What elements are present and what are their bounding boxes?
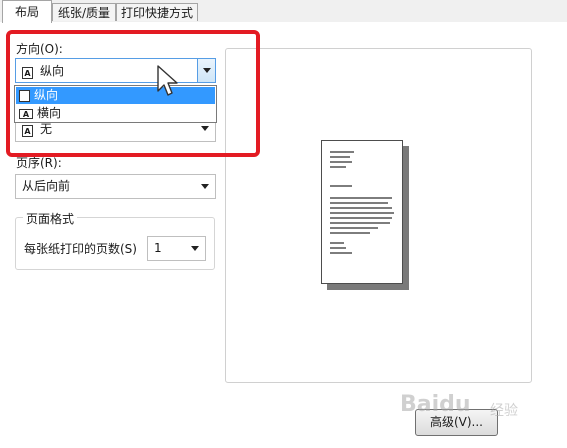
portrait-page-icon: A: [22, 65, 33, 79]
orientation-select[interactable]: A 纵向: [15, 58, 216, 83]
chevron-down-icon[interactable]: [197, 59, 215, 82]
chevron-down-icon: [201, 126, 209, 131]
page-preview-sheet: [321, 140, 403, 284]
orientation-option-portrait[interactable]: A 纵向: [16, 87, 215, 104]
chevron-down-icon: [201, 184, 209, 189]
tab-paper-quality[interactable]: 纸张/质量: [52, 3, 116, 21]
orientation-dropdown-list: A 纵向 A 横向: [14, 85, 217, 123]
tab-layout[interactable]: 布局: [2, 0, 52, 23]
pages-per-sheet-label: 每张纸打印的页数(S): [24, 242, 137, 256]
page-order-select[interactable]: 从后向前: [15, 174, 216, 199]
landscape-page-icon: A: [19, 108, 33, 119]
page-order-label: 页序(R):: [16, 156, 62, 170]
portrait-page-icon: A: [19, 89, 30, 102]
pages-per-sheet-value: 1: [154, 241, 162, 255]
orientation-label: 方向(O):: [16, 42, 63, 56]
baidu-watermark-sub: 经验: [490, 403, 518, 419]
pages-per-sheet-select[interactable]: 1: [147, 236, 206, 261]
tab-strip: 布局 纸张/质量 打印快捷方式: [0, 0, 567, 23]
tab-print-shortcuts[interactable]: 打印快捷方式: [116, 3, 198, 21]
chevron-down-icon: [191, 246, 199, 251]
page-format-legend: 页面格式: [23, 210, 78, 227]
baidu-watermark: Baidu: [400, 392, 471, 417]
orientation-option-landscape[interactable]: A 横向: [16, 105, 215, 122]
option-label: 横向: [37, 106, 62, 120]
page-order-value: 从后向前: [22, 179, 71, 193]
mouse-cursor-icon: [156, 64, 180, 101]
orientation-selected-value: 纵向: [40, 64, 65, 78]
option-label: 纵向: [34, 88, 59, 102]
duplex-icon: A: [22, 123, 33, 137]
